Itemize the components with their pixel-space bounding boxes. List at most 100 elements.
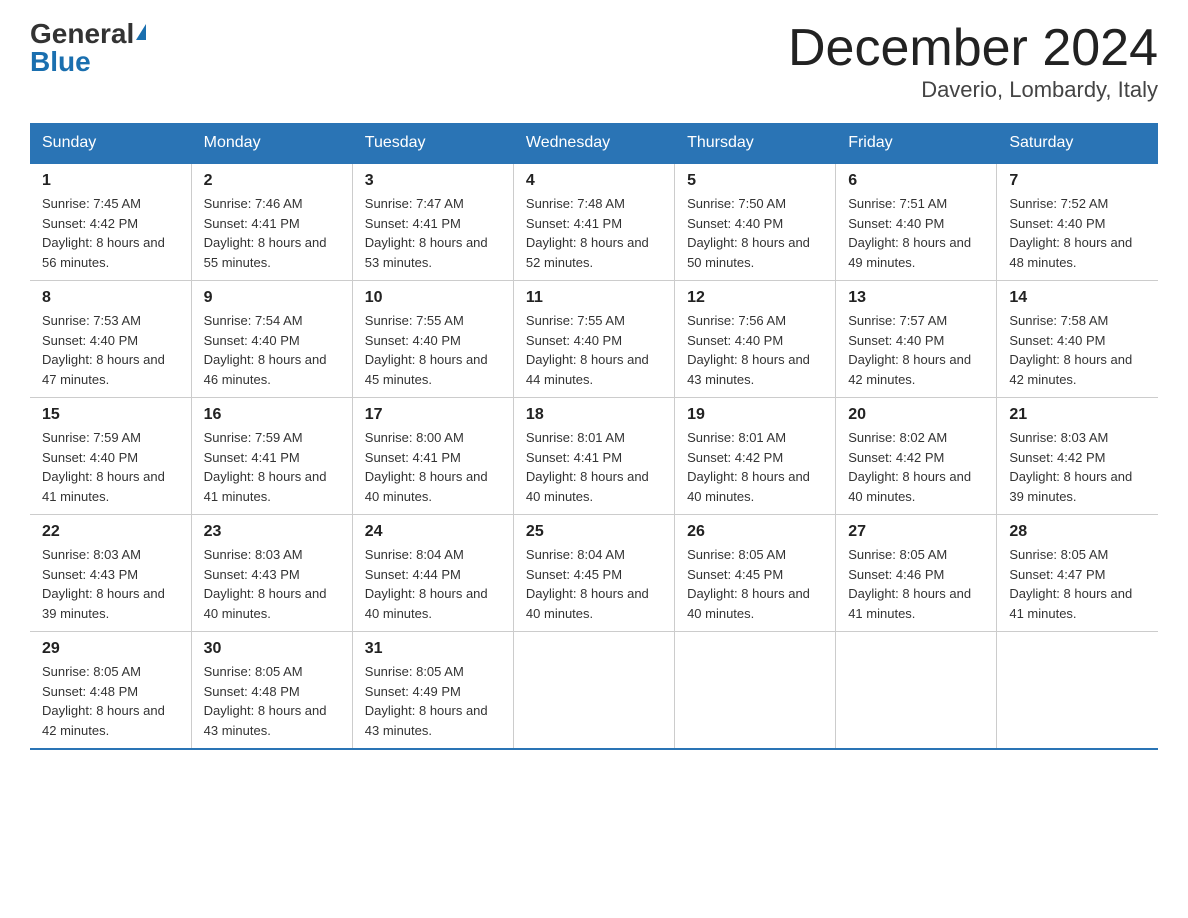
day-number: 9 — [204, 289, 340, 307]
day-info: Sunrise: 7:55 AMSunset: 4:40 PMDaylight:… — [365, 311, 501, 389]
calendar-cell — [513, 632, 674, 750]
day-info: Sunrise: 8:03 AMSunset: 4:43 PMDaylight:… — [204, 545, 340, 623]
day-info: Sunrise: 8:05 AMSunset: 4:49 PMDaylight:… — [365, 662, 501, 740]
day-info: Sunrise: 8:01 AMSunset: 4:42 PMDaylight:… — [687, 428, 823, 506]
week-row-5: 29 Sunrise: 8:05 AMSunset: 4:48 PMDayligh… — [30, 632, 1158, 750]
day-number: 7 — [1009, 172, 1146, 190]
calendar-title: December 2024 — [788, 20, 1158, 77]
header-tuesday: Tuesday — [352, 124, 513, 164]
calendar-cell: 8 Sunrise: 7:53 AMSunset: 4:40 PMDaylight… — [30, 281, 191, 398]
day-number: 11 — [526, 289, 662, 307]
header-sunday: Sunday — [30, 124, 191, 164]
header-thursday: Thursday — [675, 124, 836, 164]
calendar-cell: 9 Sunrise: 7:54 AMSunset: 4:40 PMDaylight… — [191, 281, 352, 398]
day-number: 12 — [687, 289, 823, 307]
day-number: 6 — [848, 172, 984, 190]
day-number: 31 — [365, 640, 501, 658]
calendar-header-row: SundayMondayTuesdayWednesdayThursdayFrid… — [30, 124, 1158, 164]
day-info: Sunrise: 7:47 AMSunset: 4:41 PMDaylight:… — [365, 194, 501, 272]
calendar-cell: 27Sunrise: 8:05 AMSunset: 4:46 PMDayligh… — [836, 515, 997, 632]
calendar-cell: 18Sunrise: 8:01 AMSunset: 4:41 PMDayligh… — [513, 398, 674, 515]
day-info: Sunrise: 7:53 AMSunset: 4:40 PMDaylight:… — [42, 311, 179, 389]
day-info: Sunrise: 7:57 AMSunset: 4:40 PMDaylight:… — [848, 311, 984, 389]
day-info: Sunrise: 8:03 AMSunset: 4:43 PMDaylight:… — [42, 545, 179, 623]
calendar-cell: 25Sunrise: 8:04 AMSunset: 4:45 PMDayligh… — [513, 515, 674, 632]
calendar-cell: 11 Sunrise: 7:55 AMSunset: 4:40 PMDayligh… — [513, 281, 674, 398]
day-number: 23 — [204, 523, 340, 541]
calendar-cell: 19 Sunrise: 8:01 AMSunset: 4:42 PMDayligh… — [675, 398, 836, 515]
day-number: 28 — [1009, 523, 1146, 541]
week-row-1: 1Sunrise: 7:45 AMSunset: 4:42 PMDaylight… — [30, 163, 1158, 281]
calendar-cell — [675, 632, 836, 750]
calendar-cell: 15 Sunrise: 7:59 AMSunset: 4:40 PMDayligh… — [30, 398, 191, 515]
logo-blue-text: Blue — [30, 48, 91, 76]
day-number: 8 — [42, 289, 179, 307]
logo: General Blue — [30, 20, 146, 76]
day-number: 5 — [687, 172, 823, 190]
day-number: 4 — [526, 172, 662, 190]
day-info: Sunrise: 8:05 AMSunset: 4:48 PMDaylight:… — [204, 662, 340, 740]
day-number: 15 — [42, 406, 179, 424]
calendar-cell: 10 Sunrise: 7:55 AMSunset: 4:40 PMDayligh… — [352, 281, 513, 398]
day-info: Sunrise: 8:05 AMSunset: 4:47 PMDaylight:… — [1009, 545, 1146, 623]
day-info: Sunrise: 7:51 AMSunset: 4:40 PMDaylight:… — [848, 194, 984, 272]
day-number: 14 — [1009, 289, 1146, 307]
calendar-cell: 5 Sunrise: 7:50 AMSunset: 4:40 PMDaylight… — [675, 163, 836, 281]
calendar-cell: 2 Sunrise: 7:46 AMSunset: 4:41 PMDaylight… — [191, 163, 352, 281]
logo-general-text: General — [30, 20, 134, 48]
day-info: Sunrise: 8:02 AMSunset: 4:42 PMDaylight:… — [848, 428, 984, 506]
day-number: 10 — [365, 289, 501, 307]
week-row-4: 22 Sunrise: 8:03 AMSunset: 4:43 PMDayligh… — [30, 515, 1158, 632]
day-number: 29 — [42, 640, 179, 658]
week-row-2: 8 Sunrise: 7:53 AMSunset: 4:40 PMDaylight… — [30, 281, 1158, 398]
calendar-subtitle: Daverio, Lombardy, Italy — [788, 77, 1158, 103]
day-info: Sunrise: 8:03 AMSunset: 4:42 PMDaylight:… — [1009, 428, 1146, 506]
day-info: Sunrise: 7:59 AMSunset: 4:41 PMDaylight:… — [204, 428, 340, 506]
calendar-cell: 14 Sunrise: 7:58 AMSunset: 4:40 PMDayligh… — [997, 281, 1158, 398]
day-info: Sunrise: 8:04 AMSunset: 4:45 PMDaylight:… — [526, 545, 662, 623]
day-number: 21 — [1009, 406, 1146, 424]
day-number: 2 — [204, 172, 340, 190]
day-info: Sunrise: 7:50 AMSunset: 4:40 PMDaylight:… — [687, 194, 823, 272]
calendar-cell: 30Sunrise: 8:05 AMSunset: 4:48 PMDayligh… — [191, 632, 352, 750]
calendar-cell: 3Sunrise: 7:47 AMSunset: 4:41 PMDaylight… — [352, 163, 513, 281]
day-info: Sunrise: 7:56 AMSunset: 4:40 PMDaylight:… — [687, 311, 823, 389]
header-friday: Friday — [836, 124, 997, 164]
day-number: 18 — [526, 406, 662, 424]
calendar-cell: 13 Sunrise: 7:57 AMSunset: 4:40 PMDayligh… — [836, 281, 997, 398]
day-info: Sunrise: 8:05 AMSunset: 4:46 PMDaylight:… — [848, 545, 984, 623]
logo-triangle-icon — [136, 24, 146, 40]
day-number: 20 — [848, 406, 984, 424]
calendar-table: SundayMondayTuesdayWednesdayThursdayFrid… — [30, 123, 1158, 750]
day-info: Sunrise: 7:55 AMSunset: 4:40 PMDaylight:… — [526, 311, 662, 389]
day-number: 19 — [687, 406, 823, 424]
day-number: 22 — [42, 523, 179, 541]
day-info: Sunrise: 7:58 AMSunset: 4:40 PMDaylight:… — [1009, 311, 1146, 389]
calendar-cell: 16Sunrise: 7:59 AMSunset: 4:41 PMDayligh… — [191, 398, 352, 515]
calendar-cell: 22 Sunrise: 8:03 AMSunset: 4:43 PMDayligh… — [30, 515, 191, 632]
week-row-3: 15 Sunrise: 7:59 AMSunset: 4:40 PMDayligh… — [30, 398, 1158, 515]
calendar-cell: 24Sunrise: 8:04 AMSunset: 4:44 PMDayligh… — [352, 515, 513, 632]
day-number: 24 — [365, 523, 501, 541]
calendar-cell: 17Sunrise: 8:00 AMSunset: 4:41 PMDayligh… — [352, 398, 513, 515]
day-info: Sunrise: 7:46 AMSunset: 4:41 PMDaylight:… — [204, 194, 340, 272]
calendar-cell — [836, 632, 997, 750]
day-info: Sunrise: 7:48 AMSunset: 4:41 PMDaylight:… — [526, 194, 662, 272]
header-wednesday: Wednesday — [513, 124, 674, 164]
day-number: 17 — [365, 406, 501, 424]
day-info: Sunrise: 7:52 AMSunset: 4:40 PMDaylight:… — [1009, 194, 1146, 272]
day-info: Sunrise: 8:05 AMSunset: 4:48 PMDaylight:… — [42, 662, 179, 740]
calendar-cell: 12 Sunrise: 7:56 AMSunset: 4:40 PMDayligh… — [675, 281, 836, 398]
calendar-cell: 20 Sunrise: 8:02 AMSunset: 4:42 PMDayligh… — [836, 398, 997, 515]
calendar-cell: 7 Sunrise: 7:52 AMSunset: 4:40 PMDaylight… — [997, 163, 1158, 281]
day-number: 13 — [848, 289, 984, 307]
day-number: 1 — [42, 172, 179, 190]
day-info: Sunrise: 8:05 AMSunset: 4:45 PMDaylight:… — [687, 545, 823, 623]
calendar-cell — [997, 632, 1158, 750]
calendar-cell: 26Sunrise: 8:05 AMSunset: 4:45 PMDayligh… — [675, 515, 836, 632]
header-saturday: Saturday — [997, 124, 1158, 164]
calendar-cell: 31 Sunrise: 8:05 AMSunset: 4:49 PMDayligh… — [352, 632, 513, 750]
calendar-cell: 29 Sunrise: 8:05 AMSunset: 4:48 PMDayligh… — [30, 632, 191, 750]
day-info: Sunrise: 7:59 AMSunset: 4:40 PMDaylight:… — [42, 428, 179, 506]
day-info: Sunrise: 7:54 AMSunset: 4:40 PMDaylight:… — [204, 311, 340, 389]
